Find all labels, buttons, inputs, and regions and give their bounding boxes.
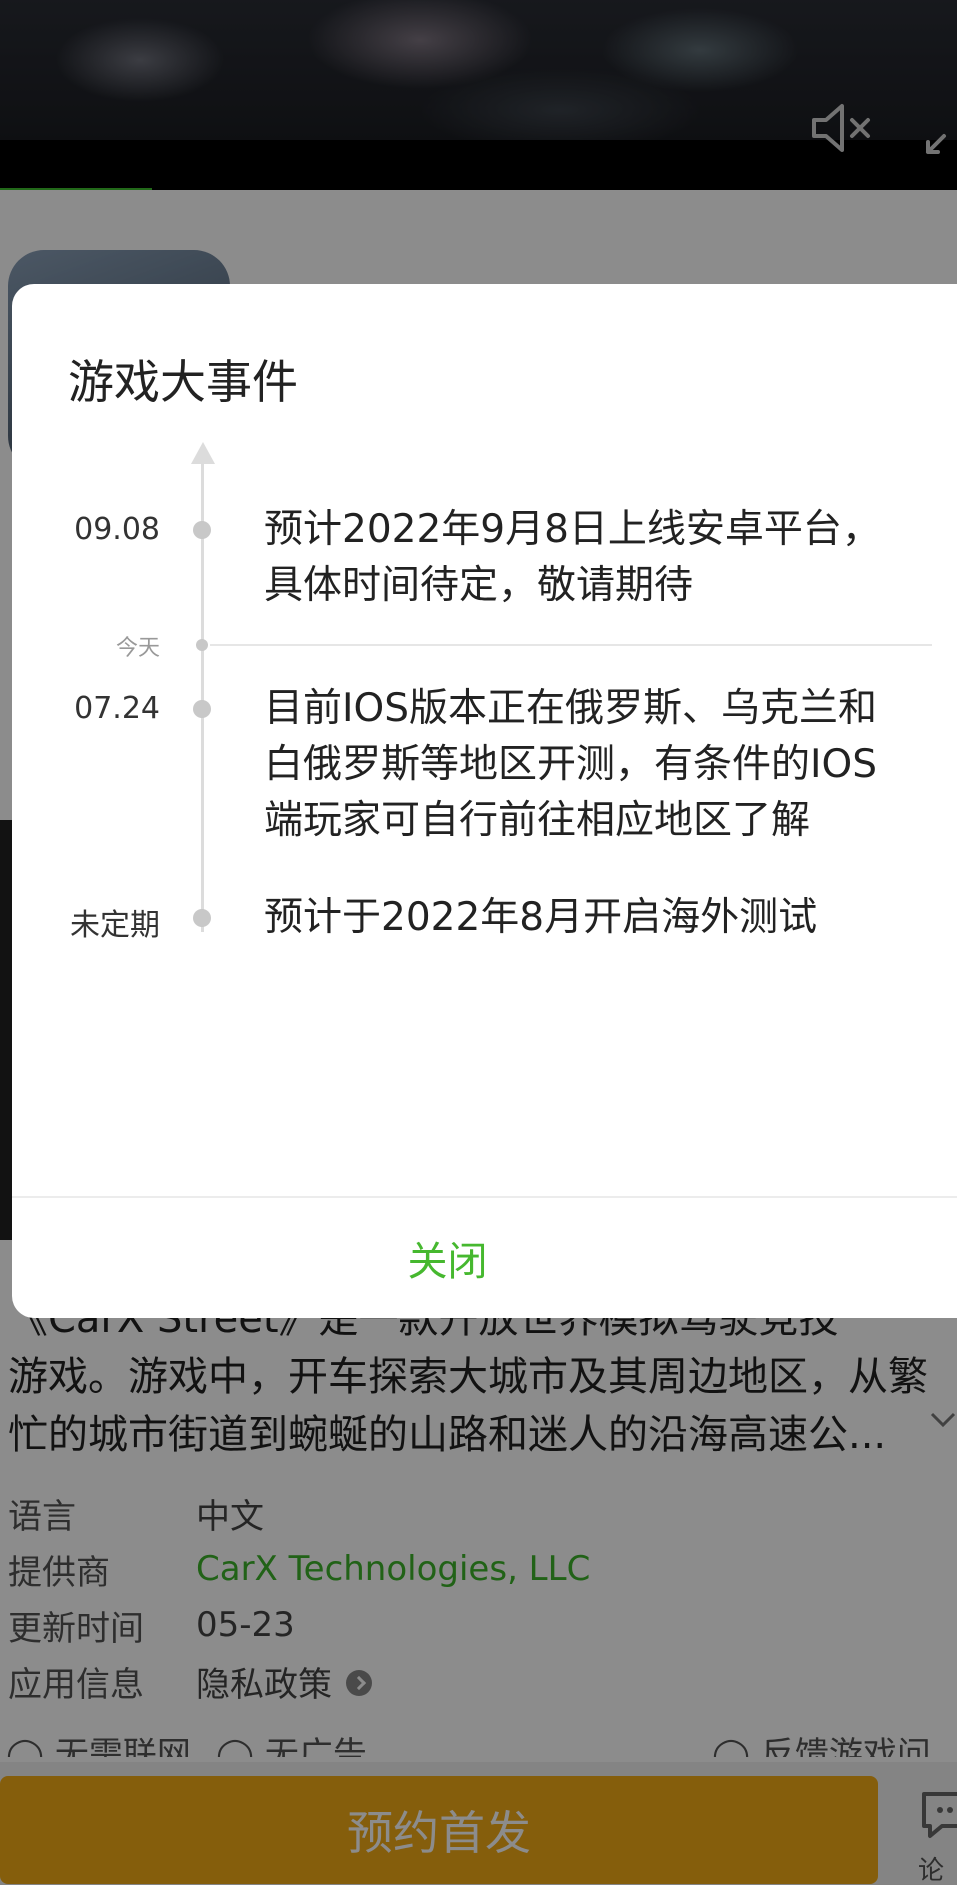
event-date: 未定期 — [70, 908, 160, 943]
event-line: 目前IOS版本正在俄罗斯、乌克兰和 — [264, 686, 877, 731]
app-detail-page: 《CarX Street》是一款开放世界模拟驾驶竞技 游戏。游戏中，开车探索大城… — [0, 0, 957, 1885]
event-line: 端玩家可自行前往相应地区了解 — [264, 798, 811, 843]
event-description: 预计于2022年8月开启海外测试 — [264, 890, 924, 946]
event-description: 目前IOS版本正在俄罗斯、乌克兰和 白俄罗斯等地区开测，有条件的IOS 端玩家可… — [264, 681, 924, 849]
today-label: 今天 — [115, 636, 160, 661]
event-date: 07.24 — [74, 691, 160, 726]
event-line: 预计于2022年8月开启海外测试 — [264, 895, 818, 940]
timeline-dot — [193, 909, 211, 927]
close-button[interactable]: 关闭 — [12, 1198, 957, 1318]
event-line: 白俄罗斯等地区开测，有条件的IOS — [264, 742, 877, 787]
event-line: 具体时间待定，敬请期待 — [264, 563, 694, 608]
events-dialog: 游戏大事件 09.08 预计2022年9月8日上线安卓平台， 具体时间待定，敬请… — [12, 284, 957, 1318]
today-dot — [196, 639, 208, 651]
dialog-title: 游戏大事件 — [68, 355, 298, 409]
event-date: 09.08 — [74, 512, 160, 547]
today-divider — [210, 644, 932, 646]
event-description: 预计2022年9月8日上线安卓平台， 具体时间待定，敬请期待 — [264, 502, 924, 614]
timeline-dot — [193, 700, 211, 718]
timeline-dot — [193, 521, 211, 539]
event-line: 预计2022年9月8日上线安卓平台， — [264, 507, 881, 552]
